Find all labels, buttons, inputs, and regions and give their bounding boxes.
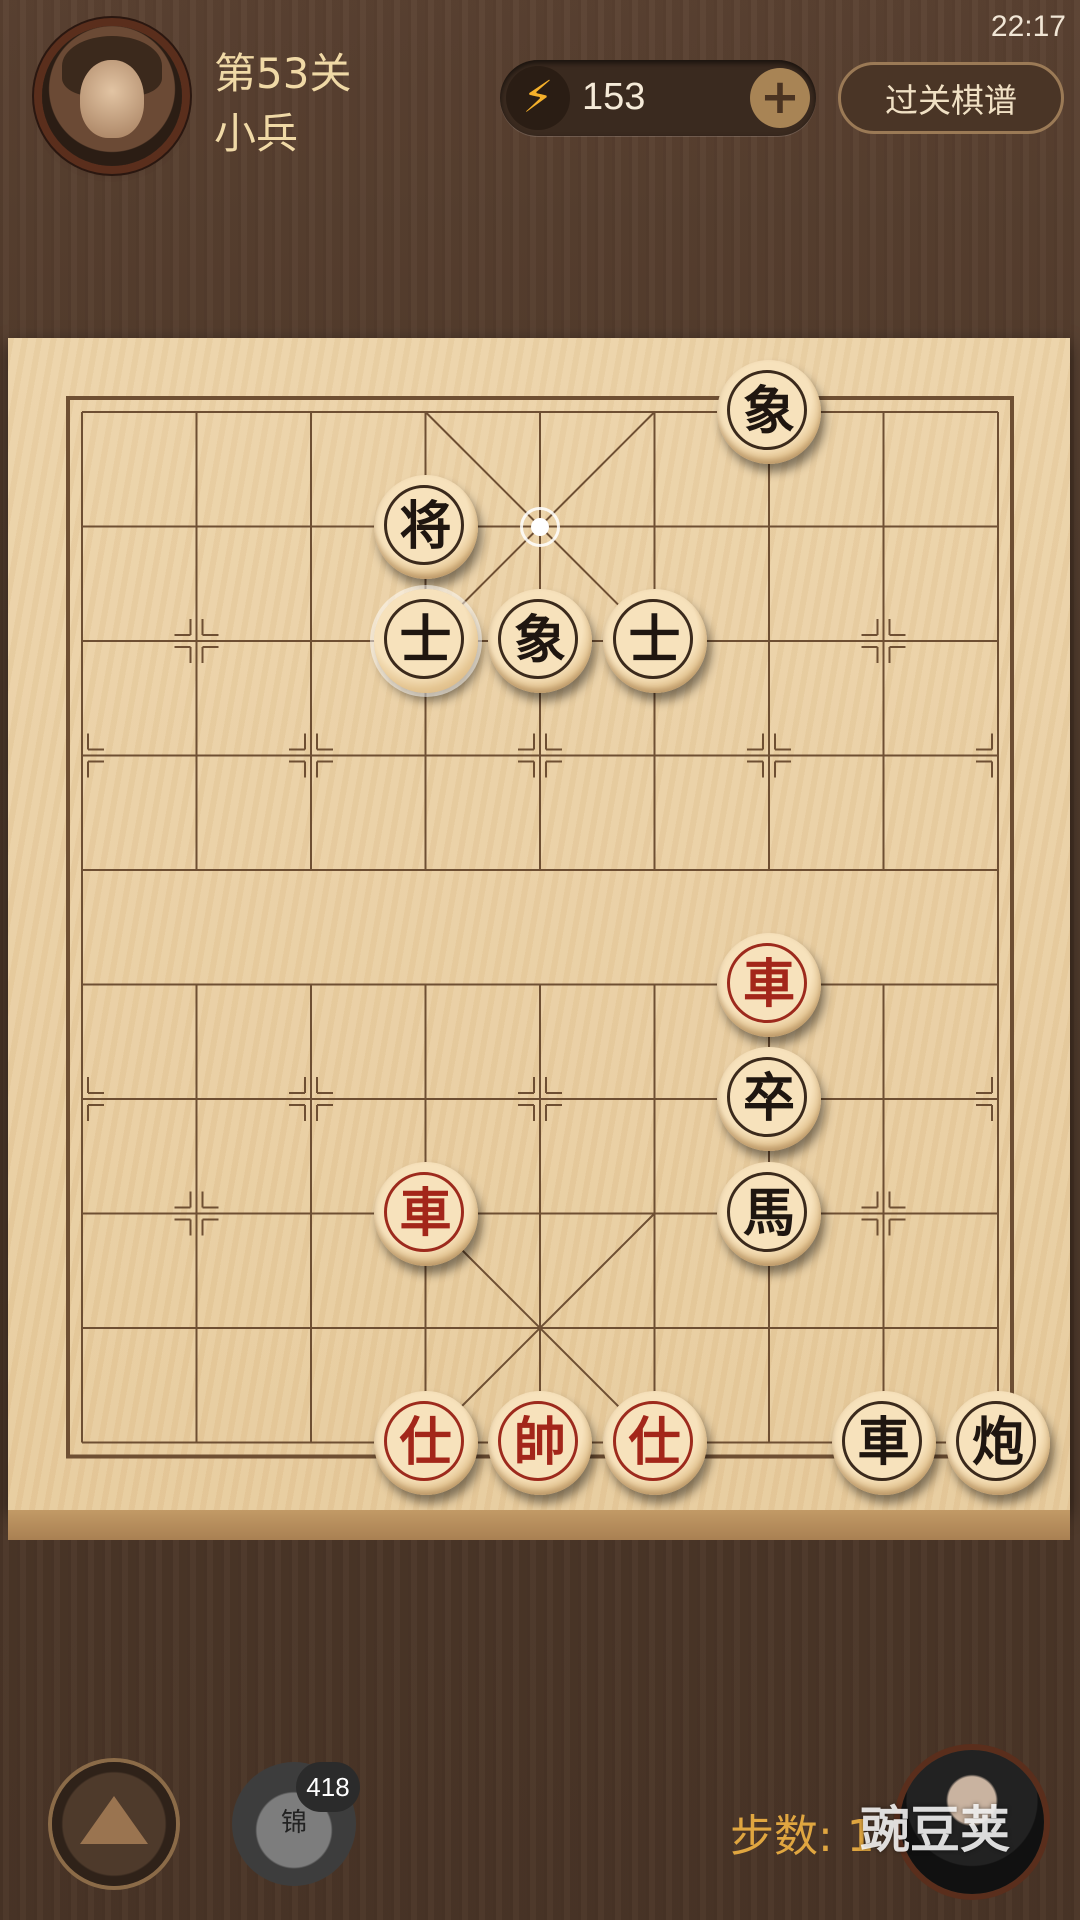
piece-label: 士 <box>628 610 681 671</box>
piece-label: 帥 <box>513 1411 566 1473</box>
board-wrap: 象将士象士車卒車馬仕帥仕車炮 <box>8 338 1070 1540</box>
board-edge <box>8 1510 1070 1540</box>
up-arrow-icon <box>80 1796 148 1844</box>
chess-board[interactable]: 象将士象士車卒車馬仕帥仕車炮 <box>8 338 1070 1510</box>
chess-piece-black[interactable]: 車 <box>831 1390 936 1495</box>
replay-button[interactable]: 过关棋谱 <box>838 62 1064 134</box>
energy-bar: ⚡ 153 + <box>500 60 816 136</box>
chess-piece-black[interactable]: 士 <box>602 589 707 693</box>
chess-piece-black[interactable]: 卒 <box>717 1047 821 1151</box>
chess-piece-black[interactable]: 象 <box>488 589 592 693</box>
menu-button[interactable] <box>52 1762 176 1886</box>
chess-piece-black[interactable]: 士 <box>373 589 478 693</box>
piece-label: 将 <box>399 495 452 557</box>
piece-label: 象 <box>513 610 566 671</box>
energy-value: 153 <box>582 76 646 118</box>
piece-label: 車 <box>399 1182 452 1244</box>
chess-piece-red[interactable]: 帥 <box>488 1390 592 1495</box>
steps-counter: 步数: 1 <box>730 1811 875 1862</box>
piece-label: 士 <box>399 610 452 671</box>
chess-piece-red[interactable]: 仕 <box>373 1390 478 1495</box>
piece-label: 卒 <box>742 1068 795 1129</box>
add-energy-button[interactable]: + <box>750 68 810 128</box>
opponent-name: 小兵 <box>214 109 299 158</box>
avatar-face <box>80 60 144 138</box>
chess-piece-red[interactable]: 仕 <box>602 1390 707 1495</box>
piece-label: 象 <box>742 381 795 442</box>
bag-count-badge: 418 <box>296 1762 360 1812</box>
chess-piece-black[interactable]: 炮 <box>946 1390 1050 1495</box>
watermark: 豌豆荚 <box>860 1801 1010 1859</box>
chess-piece-red[interactable]: 車 <box>717 932 821 1037</box>
piece-label: 馬 <box>742 1182 795 1244</box>
status-time: 22:17 <box>990 10 1066 43</box>
piece-label: 炮 <box>971 1411 1024 1473</box>
chess-piece-black[interactable]: 象 <box>717 360 821 464</box>
opponent-avatar[interactable] <box>42 26 182 166</box>
chess-piece-black[interactable]: 将 <box>373 474 478 579</box>
chess-piece-red[interactable]: 車 <box>373 1161 478 1266</box>
piece-label: 車 <box>742 953 795 1015</box>
chess-piece-black[interactable]: 馬 <box>717 1161 821 1266</box>
piece-label: 仕 <box>399 1411 452 1473</box>
lightning-icon: ⚡ <box>506 66 570 130</box>
piece-label: 仕 <box>628 1411 681 1473</box>
piece-label: 車 <box>857 1411 910 1473</box>
move-hint-dot[interactable] <box>520 506 560 547</box>
level-title: 第53关 <box>214 49 352 98</box>
